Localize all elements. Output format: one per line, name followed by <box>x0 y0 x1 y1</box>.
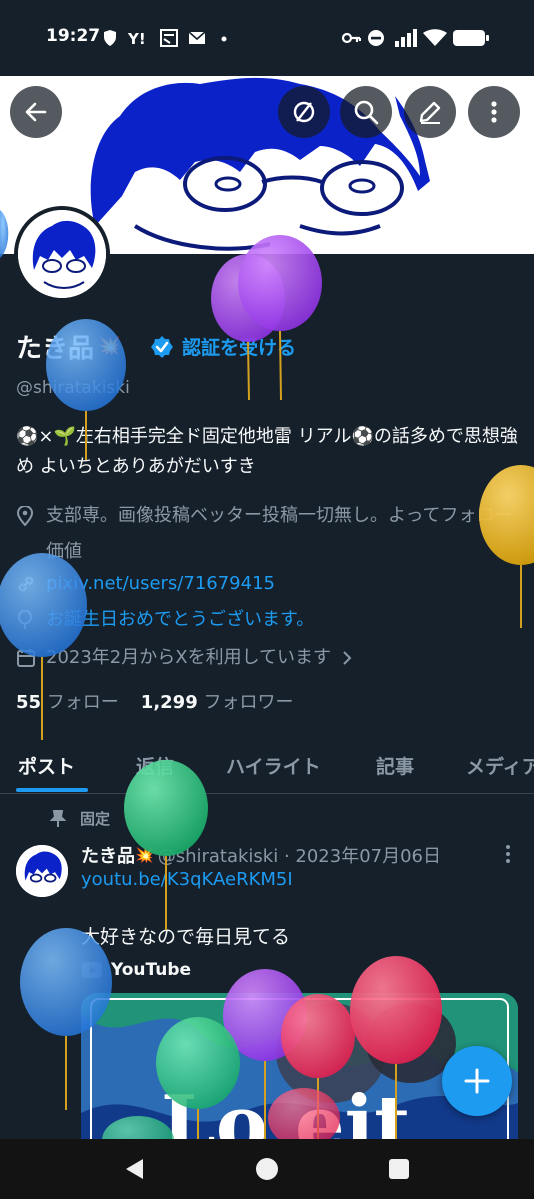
joined-text: 2023年2月からXを利用しています <box>46 647 332 668</box>
link-source-label: YouTube <box>111 960 192 980</box>
nav-back-icon[interactable] <box>126 1159 143 1179</box>
post-header: たき品 💥 @shiratakiski · 2023年07月06日 <box>81 842 441 868</box>
location-text: 支部専。画像投稿ベッター投稿一切無し。よってフォロー価値 <box>46 505 513 562</box>
pinned-label: 固定 <box>80 810 111 828</box>
search-button[interactable] <box>340 86 392 138</box>
post-link[interactable]: youtu.be/K3qKAeRKM5I <box>81 869 293 890</box>
svg-text:Y!: Y! <box>128 30 146 48</box>
dot-icon <box>221 36 227 42</box>
chevron-right-icon <box>343 651 352 665</box>
followers-label: フォロワー <box>203 692 294 713</box>
yahoo-icon: Y! <box>128 30 146 48</box>
key-icon <box>341 32 361 44</box>
post-more-button[interactable] <box>498 842 518 870</box>
edit-icon <box>419 101 441 124</box>
more-vertical-icon <box>506 845 510 863</box>
pin-icon <box>49 809 67 827</box>
website-link[interactable]: pixiv.net/users/71679415 <box>46 566 275 602</box>
post-avatar[interactable] <box>16 845 68 897</box>
tab-posts[interactable]: ポスト <box>18 752 75 779</box>
active-tab-indicator <box>16 788 88 792</box>
balloon <box>211 254 285 401</box>
get-verified-button[interactable]: 認証を受ける <box>150 333 296 360</box>
website-row[interactable]: pixiv.net/users/71679415 <box>16 566 275 602</box>
following-count: 55 <box>16 692 42 713</box>
system-navigation-bar <box>0 1139 534 1199</box>
link-source: YouTube <box>81 959 191 981</box>
post-meta: @shiratakiski · 2023年07月06日 <box>157 846 442 867</box>
back-button[interactable] <box>10 86 62 138</box>
compose-button[interactable] <box>442 1046 512 1116</box>
name-emoji: 💥 <box>98 335 121 357</box>
link-icon <box>18 576 34 592</box>
mute-button[interactable] <box>278 86 330 138</box>
dnd-icon <box>368 30 384 46</box>
mute-icon <box>293 101 315 123</box>
post-text: 大好きなので毎日見てる <box>81 926 291 948</box>
profile-name-row: たき品 💥 <box>16 328 120 364</box>
post-avatar-drawing <box>16 845 68 897</box>
profile-name: たき品 <box>16 333 95 364</box>
tab-highlights[interactable]: ハイライト <box>226 752 321 779</box>
following-link[interactable]: 55 フォロー <box>16 688 119 714</box>
nav-home-icon[interactable] <box>256 1158 278 1180</box>
birthday-row: お誕生日おめでとうございます。 <box>16 602 314 638</box>
status-bar: 19:27 Y! <box>0 0 534 76</box>
location-row: 支部専。画像投稿ベッター投稿一切無し。よってフォロー価値 <box>16 498 521 570</box>
arrow-left-icon <box>25 102 47 122</box>
verified-badge-icon <box>151 335 173 358</box>
verify-label: 認証を受ける <box>182 337 297 359</box>
balloon <box>238 235 322 401</box>
battery-icon <box>453 30 489 46</box>
mail-icon <box>188 31 206 44</box>
profile-handle: @shiratakiski <box>16 378 130 398</box>
balloon-icon <box>18 610 32 629</box>
shield-icon <box>104 30 116 46</box>
news-icon <box>160 29 178 47</box>
tab-articles[interactable]: 記事 <box>376 752 414 779</box>
signal-icon <box>395 29 417 47</box>
followers-link[interactable]: 1,299 フォロワー <box>141 688 294 714</box>
profile-bio: ⚽×🌱左右相手完全ド固定他地雷 リアル⚽の話多めで思想強め よいちとありあがだい… <box>16 426 518 477</box>
edit-button[interactable] <box>404 86 456 138</box>
tab-replies[interactable]: 返信 <box>136 752 174 779</box>
post-author-name[interactable]: たき品 <box>81 842 135 868</box>
pinned-indicator: 固定 <box>48 808 110 829</box>
profile-tabs: ポスト 返信 ハイライト 記事 メディア <box>0 738 534 794</box>
joined-row[interactable]: 2023年2月からXを利用しています <box>16 640 353 689</box>
plus-icon <box>464 1068 490 1094</box>
avatar-drawing <box>18 210 106 298</box>
location-icon <box>16 506 34 526</box>
more-icon <box>491 101 497 123</box>
wifi-icon <box>423 29 447 46</box>
tab-media[interactable]: メディア <box>466 752 534 779</box>
followers-count: 1,299 <box>140 692 198 713</box>
follow-stats: 55 フォロー 1,299 フォロワー <box>16 688 293 714</box>
status-time: 19:27 <box>46 26 101 46</box>
birthday-text: お誕生日おめでとうございます。 <box>46 609 315 630</box>
post-author-emoji: 💥 <box>135 846 154 864</box>
following-label: フォロー <box>46 692 119 713</box>
nav-recents-icon[interactable] <box>389 1159 409 1179</box>
youtube-icon <box>82 962 102 978</box>
more-button[interactable] <box>468 86 520 138</box>
search-icon <box>354 100 379 125</box>
profile-avatar[interactable] <box>14 206 110 302</box>
nav-buttons <box>126 1158 409 1180</box>
calendar-icon <box>17 649 35 667</box>
